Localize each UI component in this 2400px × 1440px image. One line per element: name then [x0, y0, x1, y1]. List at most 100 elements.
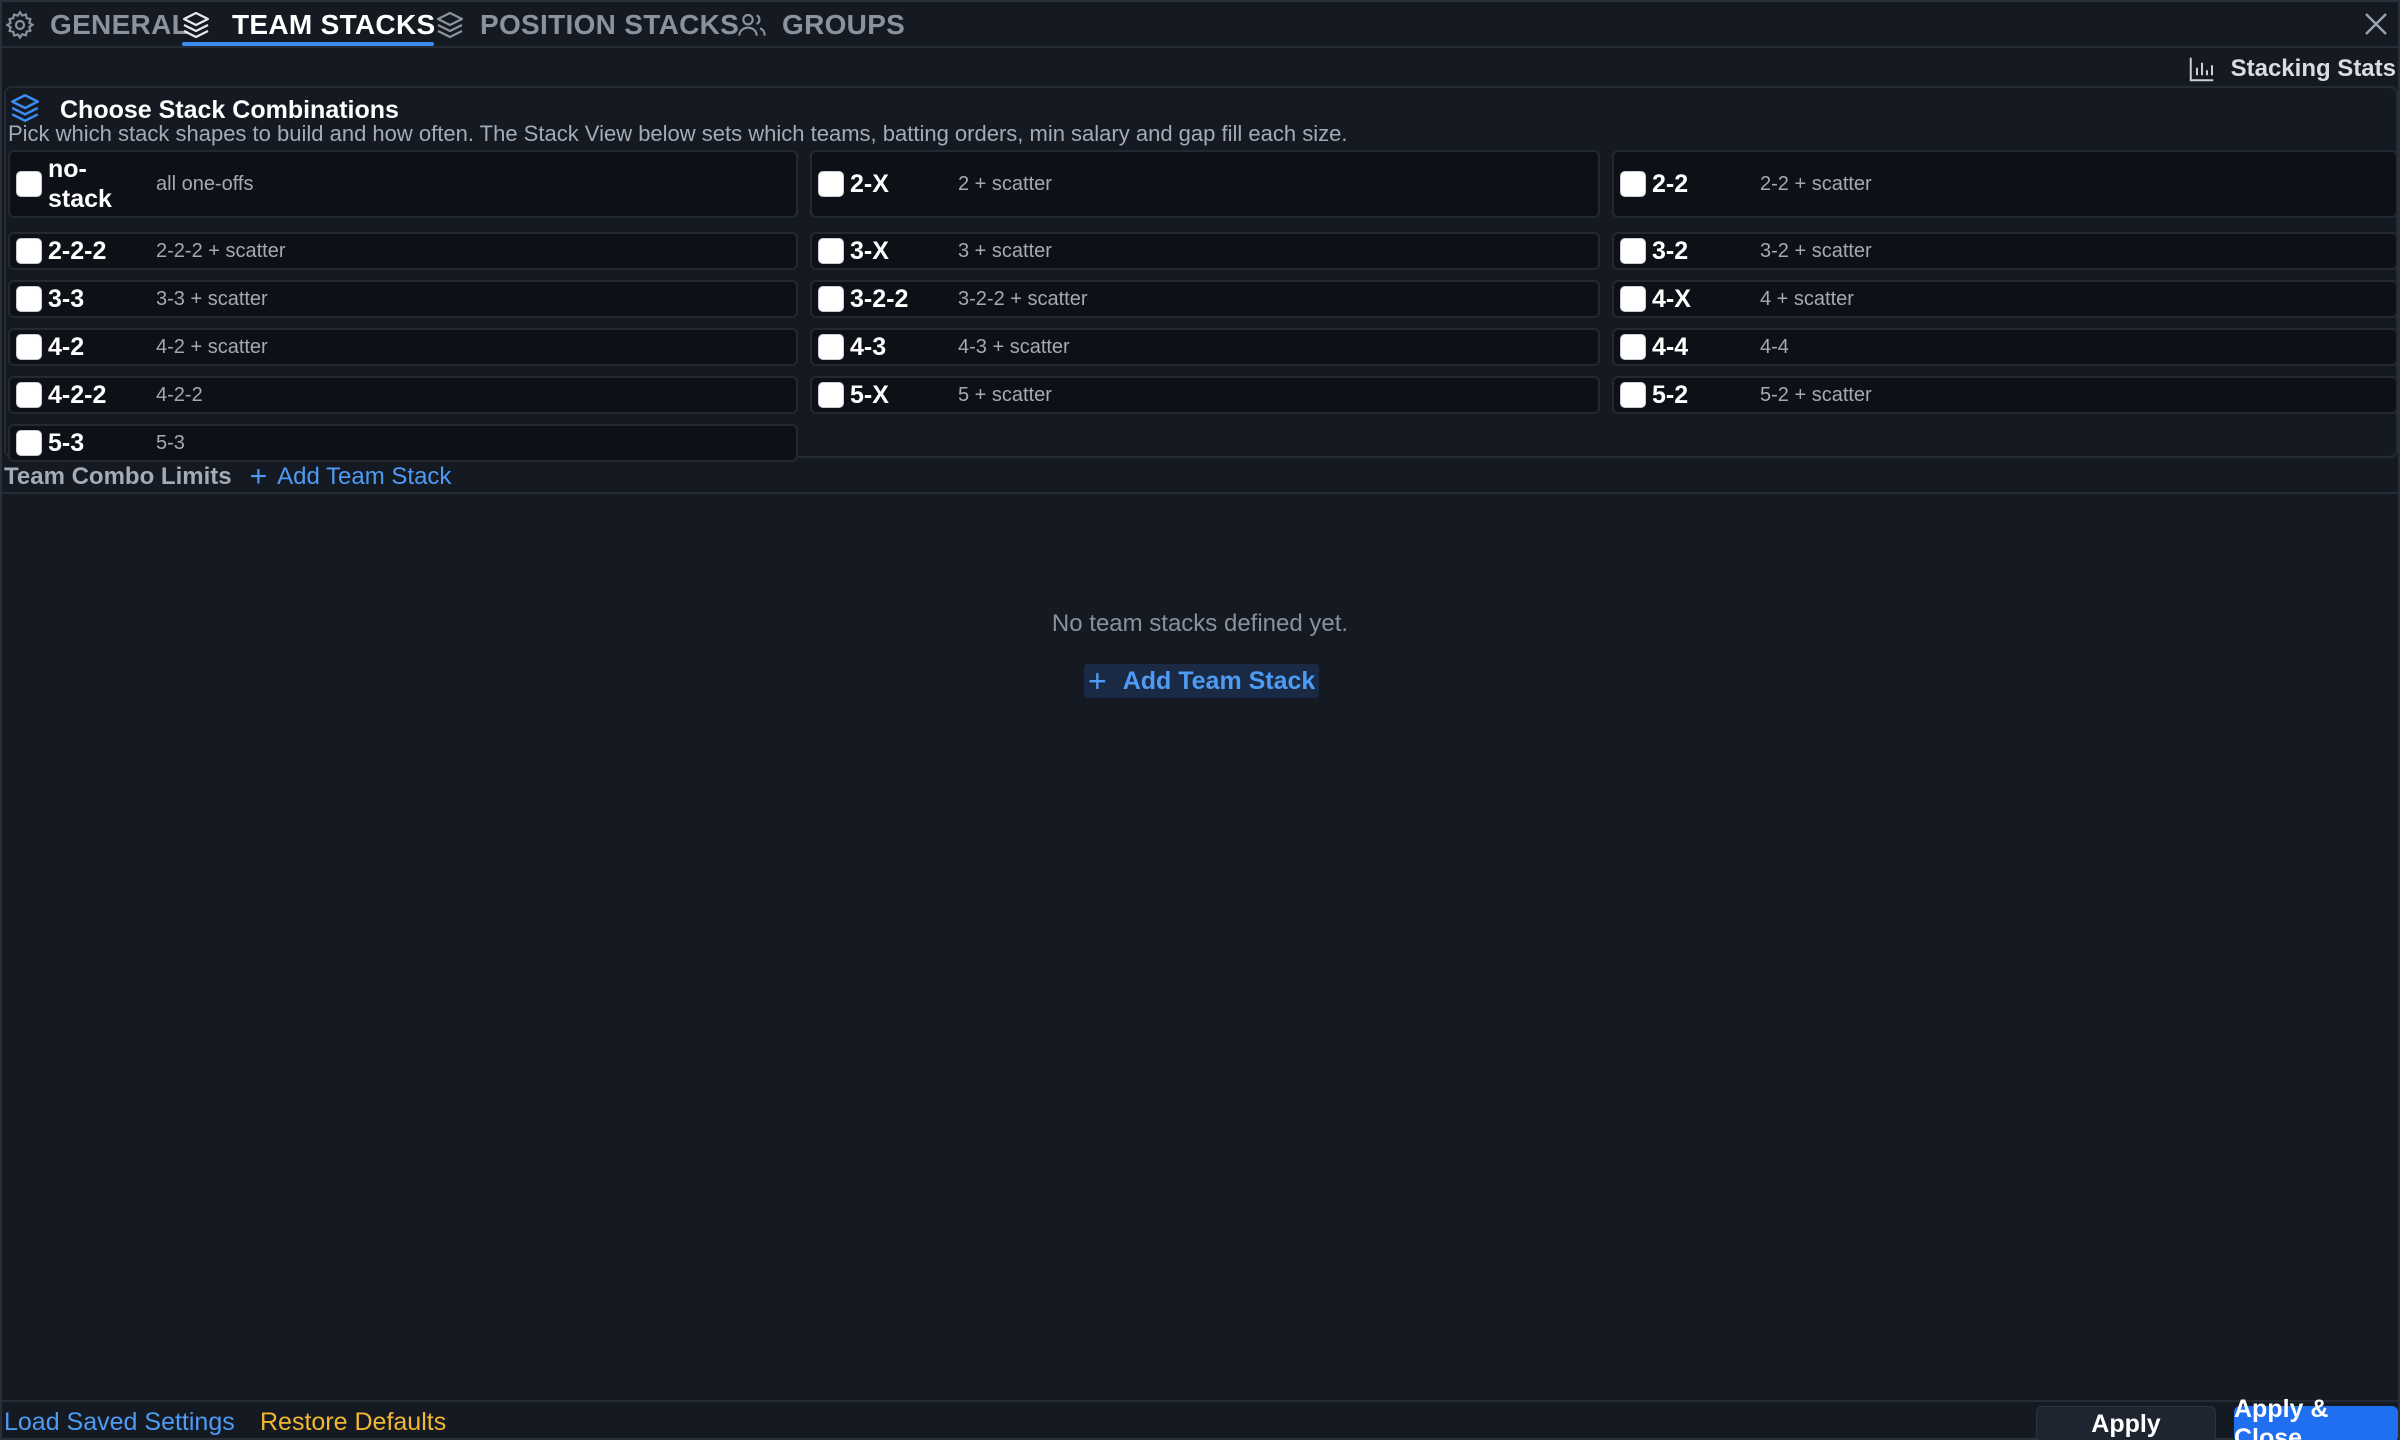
- stack-option-description: 5-3: [156, 431, 185, 454]
- stack-option-label: 5-2: [1652, 381, 1689, 409]
- gear-icon: [4, 9, 36, 41]
- stack-option-label: 4-3: [850, 333, 887, 361]
- stack-checkbox[interactable]: [1620, 382, 1646, 408]
- stack-checkbox[interactable]: [818, 334, 844, 360]
- stack-checkbox[interactable]: [818, 382, 844, 408]
- tab-general[interactable]: GENERAL: [4, 2, 189, 48]
- users-icon: [736, 9, 768, 41]
- stack-checkbox[interactable]: [16, 238, 42, 264]
- add-team-stack-link[interactable]: + Add Team Stack: [250, 462, 452, 492]
- stack-option-4-4[interactable]: 4-4 4-4: [1612, 328, 2398, 366]
- stack-checkbox[interactable]: [818, 286, 844, 312]
- stack-option-description: 4-4: [1760, 335, 1789, 358]
- close-button[interactable]: [2358, 6, 2394, 42]
- stack-checkbox[interactable]: [1620, 238, 1646, 264]
- tab-groups-label: GROUPS: [782, 9, 906, 40]
- stack-checkbox[interactable]: [16, 171, 42, 197]
- stack-option-description: 3 + scatter: [958, 239, 1052, 262]
- restore-defaults-link[interactable]: Restore Defaults: [260, 1408, 446, 1437]
- stack-option-4-2-2[interactable]: 4-2-2 4-2-2: [8, 376, 798, 414]
- stack-checkbox[interactable]: [16, 334, 42, 360]
- stack-option-description: 3-2 + scatter: [1760, 239, 1872, 262]
- stack-option-description: 4-2 + scatter: [156, 335, 268, 358]
- stack-option-3-2[interactable]: 3-2 3-2 + scatter: [1612, 232, 2398, 270]
- add-team-stack-button-label: Add Team Stack: [1122, 666, 1316, 695]
- stack-option-description: 4-3 + scatter: [958, 335, 1070, 358]
- stack-checkbox[interactable]: [16, 382, 42, 408]
- stack-option-description: all one-offs: [156, 172, 254, 195]
- stack-option-label: 4-2: [48, 333, 85, 361]
- tab-position-stacks[interactable]: POSITION STACKS: [434, 2, 739, 48]
- stack-option-label: 2-2: [1652, 170, 1689, 198]
- stack-option-2-2[interactable]: 2-2 2-2 + scatter: [1612, 150, 2398, 218]
- stack-option-4-x[interactable]: 4-X 4 + scatter: [1612, 280, 2398, 318]
- stack-combinations-section: Choose Stack Combinations Pick which sta…: [4, 86, 2398, 462]
- plus-icon: +: [1088, 662, 1107, 699]
- stack-option-label: 2-2-2: [48, 237, 107, 265]
- stack-option-label: 3-2: [1652, 237, 1689, 265]
- stack-option-2-2-2[interactable]: 2-2-2 2-2-2 + scatter: [8, 232, 798, 270]
- stack-option-description: 3-3 + scatter: [156, 287, 268, 310]
- stack-option-4-3[interactable]: 4-3 4-3 + scatter: [810, 328, 1600, 366]
- stack-option-5-2[interactable]: 5-2 5-2 + scatter: [1612, 376, 2398, 414]
- plus-icon: +: [249, 460, 268, 493]
- stack-option-label: 5-X: [850, 381, 889, 409]
- stack-option-description: 2-2 + scatter: [1760, 172, 1872, 195]
- divider: [2, 492, 2398, 494]
- stack-checkbox[interactable]: [1620, 334, 1646, 360]
- stack-option-label: 3-3: [48, 285, 85, 313]
- tab-groups[interactable]: GROUPS: [736, 2, 905, 48]
- stack-option-4-2[interactable]: 4-2 4-2 + scatter: [8, 328, 798, 366]
- stack-checkbox[interactable]: [818, 171, 844, 197]
- stack-option-no-stack[interactable]: no-stack all one-offs: [8, 150, 798, 218]
- tab-position-stacks-label: POSITION STACKS: [480, 9, 740, 40]
- team-combo-limits-title: Team Combo Limits: [4, 463, 232, 490]
- tab-bar: GENERAL TEAM STACKS POSITION STACKS GROU…: [2, 2, 2398, 48]
- stack-option-label: no-stack: [48, 155, 112, 213]
- stack-checkbox[interactable]: [16, 430, 42, 456]
- active-tab-indicator: [182, 42, 434, 46]
- stack-checkbox[interactable]: [1620, 286, 1646, 312]
- stack-option-label: 4-2-2: [48, 381, 107, 409]
- close-icon: [2365, 13, 2387, 35]
- stack-option-label: 2-X: [850, 170, 889, 198]
- layers-icon: [180, 9, 212, 41]
- stacking-stats-label: Stacking Stats: [2230, 55, 2396, 82]
- stack-option-label: 4-X: [1652, 285, 1691, 313]
- stack-checkbox[interactable]: [16, 286, 42, 312]
- apply-and-close-button[interactable]: Apply & Close: [2234, 1395, 2398, 1440]
- stack-option-label: 4-4: [1652, 333, 1689, 361]
- team-combo-limits-header: Team Combo Limits + Add Team Stack: [4, 460, 451, 494]
- footer-bar: Load Saved Settings Restore Defaults App…: [2, 1395, 2398, 1440]
- apply-button[interactable]: Apply: [2036, 1406, 2216, 1440]
- tab-team-stacks-label: TEAM STACKS: [232, 9, 436, 40]
- stacking-stats-button[interactable]: Stacking Stats: [2187, 52, 2396, 86]
- stack-option-description: 2 + scatter: [958, 172, 1052, 195]
- stack-option-description: 5-2 + scatter: [1760, 383, 1872, 406]
- stack-option-description: 2-2-2 + scatter: [156, 239, 286, 262]
- stack-option-description: 3-2-2 + scatter: [958, 287, 1088, 310]
- stack-option-description: 4-2-2: [156, 383, 203, 406]
- section-description: Pick which stack shapes to build and how…: [8, 121, 1348, 146]
- layers-icon: [434, 9, 466, 41]
- stack-option-2-x[interactable]: 2-X 2 + scatter: [810, 150, 1600, 218]
- stack-option-5-3[interactable]: 5-3 5-3: [8, 424, 798, 462]
- add-team-stack-label: Add Team Stack: [277, 463, 452, 490]
- empty-state-message: No team stacks defined yet.: [1051, 610, 1349, 637]
- load-saved-settings-link[interactable]: Load Saved Settings: [4, 1408, 235, 1437]
- stack-option-3-2-2[interactable]: 3-2-2 3-2-2 + scatter: [810, 280, 1600, 318]
- stack-option-3-3[interactable]: 3-3 3-3 + scatter: [8, 280, 798, 318]
- bar-chart-icon: [2189, 57, 2213, 82]
- tab-general-label: GENERAL: [50, 9, 189, 40]
- stack-option-description: 4 + scatter: [1760, 287, 1854, 310]
- stack-options-grid: no-stack all one-offs 2-X 2 + scatter 2-…: [8, 150, 2398, 462]
- stack-option-label: 3-X: [850, 237, 889, 265]
- stack-option-3-x[interactable]: 3-X 3 + scatter: [810, 232, 1600, 270]
- stack-option-label: 3-2-2: [850, 285, 909, 313]
- stack-option-label: 5-3: [48, 429, 85, 457]
- stack-option-5-x[interactable]: 5-X 5 + scatter: [810, 376, 1600, 414]
- stack-checkbox[interactable]: [1620, 171, 1646, 197]
- add-team-stack-button[interactable]: + Add Team Stack: [1084, 662, 1320, 699]
- settings-window: GENERAL TEAM STACKS POSITION STACKS GROU…: [0, 0, 2400, 1440]
- stack-checkbox[interactable]: [818, 238, 844, 264]
